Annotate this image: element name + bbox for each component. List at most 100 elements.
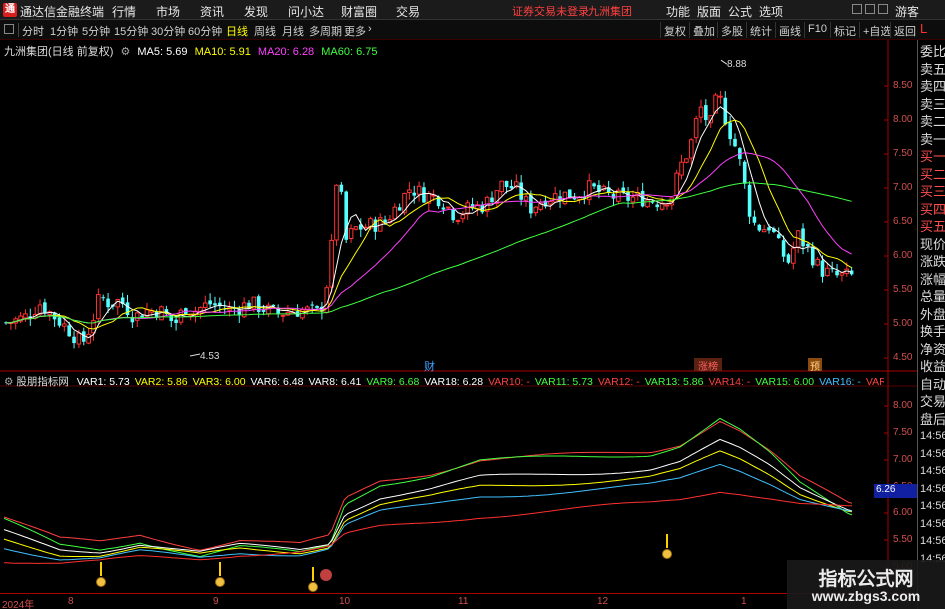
toolbar-menu-icon[interactable] [4,24,14,34]
menu-quotes[interactable]: 行情 [112,3,136,20]
candle-body-up [280,314,286,317]
sub-var-line [3,438,853,554]
side-panel-item[interactable]: 14:56 [920,462,945,481]
tab-multi-period[interactable]: 多周期 [309,23,342,39]
stats-button[interactable]: 统计 [746,22,775,38]
tag-forecast[interactable]: 预 [808,358,822,373]
candle-body-up [334,184,339,241]
candle-body-down [742,161,747,184]
tab-monthly[interactable]: 月线 [282,23,304,39]
side-panel-item[interactable]: 买一 [920,147,945,166]
price-tick: 5.00 [893,318,913,329]
menu-function[interactable]: 功能 [666,3,690,20]
chart-area[interactable]: 九洲集团(日线 前复权) ⚙ MA5: 5.69 MA10: 5.91 MA20… [0,40,917,593]
close-icon[interactable] [878,4,888,14]
side-panel-item[interactable]: 卖一 [920,130,945,149]
watermark: 指标公式网 www.zbgs3.com [787,560,945,609]
tab-daily[interactable]: 日线 [226,23,248,39]
tab-intraday[interactable]: 分时 [22,23,44,39]
maximize-icon[interactable] [865,4,875,14]
candle-body-down [67,325,71,337]
price-tick: 7.00 [893,182,913,193]
menu-ask[interactable]: 问小达 [288,3,324,20]
side-panel-item[interactable]: 委比 [920,42,945,61]
settings-gear-icon[interactable]: ⚙ [120,46,130,58]
tab-more[interactable]: 更多 [344,23,366,39]
side-panel-item[interactable]: 卖二 [920,112,945,131]
tab-1min[interactable]: 1分钟 [50,23,78,39]
side-panel-item[interactable]: 14:56 [920,515,945,534]
draw-button[interactable]: 画线 [775,22,804,38]
candle-body-down [733,138,737,147]
side-panel-item[interactable]: 换手 [920,322,945,341]
menu-trade[interactable]: 交易 [396,3,420,20]
period-toolbar: 分时 1分钟 5分钟 15分钟 30分钟 60分钟 日线 周线 月线 多周期 更… [0,20,945,40]
tab-30min[interactable]: 30分钟 [151,23,185,39]
side-panel-item[interactable]: 14:56 [920,532,945,551]
candle-body-down [728,122,732,140]
side-panel-item[interactable]: 涨幅 [920,270,945,289]
tab-5min[interactable]: 5分钟 [82,23,110,39]
side-panel-item[interactable]: 14:56 [920,480,945,499]
login-status[interactable]: 证券交易未登录 [512,3,589,19]
menu-formula[interactable]: 公式 [728,3,752,20]
menu-fortune[interactable]: 财富圈 [341,3,377,20]
side-panel-item[interactable]: 卖五 [920,60,945,79]
coin-icon [662,549,672,559]
mark-button[interactable]: 标记 [830,22,859,38]
menu-layout[interactable]: 版面 [697,3,721,20]
window-controls[interactable] [852,4,892,16]
side-panel-item[interactable]: 自动 [920,375,945,394]
l-indicator[interactable]: L [920,21,927,36]
side-panel-item[interactable]: 买三 [920,182,945,201]
f10-button[interactable]: F10 [804,22,830,38]
side-panel-item[interactable]: 外盘 [920,305,945,324]
side-panel-item[interactable]: 买二 [920,165,945,184]
sub-var-line [3,420,853,551]
sub-settings-gear-icon[interactable]: ⚙ [4,376,13,388]
side-panel-item[interactable]: 涨跌 [920,252,945,271]
kline-chart[interactable] [0,40,917,593]
back-button[interactable]: 返回 [890,22,919,38]
menu-market[interactable]: 市场 [156,3,180,20]
candle-body-down [174,319,178,323]
menu-discover[interactable]: 发现 [244,3,268,20]
menu-news[interactable]: 资讯 [200,3,224,20]
tab-15min[interactable]: 15分钟 [114,23,148,39]
tag-cai[interactable]: 财 [424,358,438,373]
side-panel-item[interactable]: 卖四 [920,77,945,96]
menu-options[interactable]: 选项 [759,3,783,20]
side-panel-item[interactable]: 总量 [920,287,945,306]
side-panel-item[interactable]: 收益 [920,357,945,376]
side-panel-item[interactable]: 净资 [920,340,945,359]
sub-price-tick: 7.50 [893,427,913,438]
side-panel-item[interactable]: 买五 [920,217,945,236]
tab-60min[interactable]: 60分钟 [188,23,222,39]
side-panel-item[interactable]: 现价 [920,235,945,254]
candle-body-up [684,158,689,163]
side-panel-item[interactable]: 卖三 [920,95,945,114]
guest-label[interactable]: 游客 [895,3,919,20]
candle-body-down [781,240,786,257]
candle-body-up [402,192,407,214]
multi-stock-button[interactable]: 多股 [717,22,746,38]
candle-body-up [630,196,636,203]
side-panel-item[interactable]: 14:56 [920,427,945,446]
minimize-icon[interactable] [852,4,862,14]
side-panel-item[interactable]: 盘后 [920,410,945,429]
sub-legend: ⚙ 股朋指标网 VAR1: 5.73 VAR2: 5.86 VAR3: 6.00 VA… [4,374,884,389]
candle-body-up [688,139,694,159]
tag-limit-up[interactable]: 涨榜 [694,358,722,373]
candle-body-down [592,183,596,187]
chevron-right-icon[interactable]: › [368,23,372,35]
sub-var-label: VAR10: - [488,376,530,388]
adjust-button[interactable]: 复权 [660,22,689,38]
side-panel-item[interactable]: 14:56 [920,497,945,516]
side-panel-item[interactable]: 买四 [920,200,945,219]
overlay-button[interactable]: 叠加 [689,22,718,38]
candle-body-down [529,195,533,214]
candle-body-up [86,333,91,344]
side-panel-item[interactable]: 交易 [920,392,945,411]
side-panel-item[interactable]: 14:56 [920,445,945,464]
tab-weekly[interactable]: 周线 [254,23,276,39]
